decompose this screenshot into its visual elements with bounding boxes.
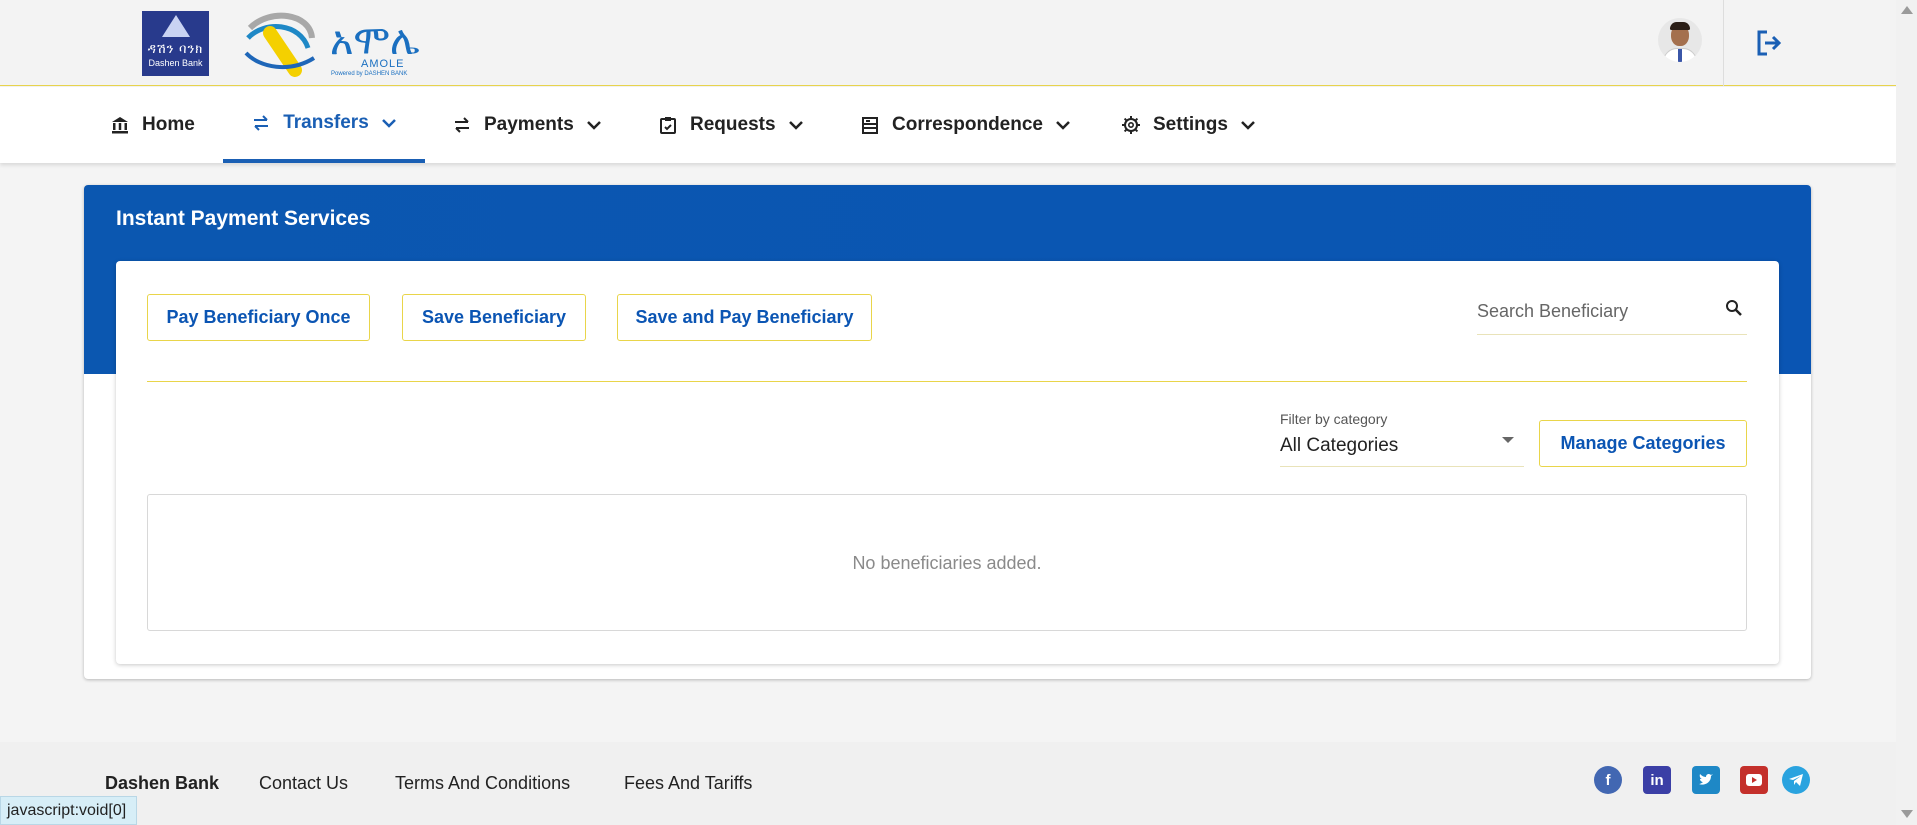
chevron-down-icon xyxy=(1241,121,1255,130)
chevron-down-icon xyxy=(381,119,396,128)
nav-label-correspondence: Correspondence xyxy=(892,114,1043,135)
gear-icon xyxy=(1122,116,1140,134)
search-input[interactable] xyxy=(1477,291,1717,331)
linkedin-icon[interactable]: in xyxy=(1643,766,1671,794)
status-bar-url: javascript:void[0] xyxy=(0,796,138,825)
footer-link-terms[interactable]: Terms And Conditions xyxy=(395,773,570,794)
facebook-icon[interactable]: f xyxy=(1594,766,1622,794)
beneficiary-list: No beneficiaries added. xyxy=(147,494,1747,631)
amole-swirl-icon xyxy=(244,12,316,77)
avatar-hair xyxy=(1670,22,1690,30)
main-nav: Home Transfers Payments Requests Corresp… xyxy=(0,87,1896,163)
save-beneficiary-button[interactable]: Save Beneficiary xyxy=(402,294,586,341)
page-scrollbar[interactable] xyxy=(1896,0,1917,825)
nav-item-settings[interactable]: Settings xyxy=(1121,87,1256,163)
nav-item-home[interactable]: Home xyxy=(110,87,195,163)
save-and-pay-beneficiary-button[interactable]: Save and Pay Beneficiary xyxy=(617,294,872,341)
beneficiary-panel: Pay Beneficiary Once Save Beneficiary Sa… xyxy=(116,261,1779,664)
clipboard-icon xyxy=(660,117,676,134)
amole-logo[interactable]: አሞሌ AMOLE Powered by DASHEN BANK xyxy=(240,8,420,80)
footer-brand: Dashen Bank xyxy=(105,773,220,793)
empty-state-message: No beneficiaries added. xyxy=(852,553,1042,573)
top-header: ዳሽን ባንክ Dashen Bank አሞሌ AMOLE Powered by… xyxy=(0,0,1896,86)
swap-arrows-icon xyxy=(254,115,269,131)
pay-beneficiary-once-button[interactable]: Pay Beneficiary Once xyxy=(147,294,370,341)
telegram-icon[interactable] xyxy=(1782,766,1810,794)
nav-label-settings: Settings xyxy=(1153,114,1228,135)
chevron-down-icon xyxy=(1056,121,1070,130)
swap-arrows-icon xyxy=(455,117,469,133)
scroll-down-arrow-icon[interactable] xyxy=(1901,810,1913,818)
page-title: Instant Payment Services xyxy=(116,207,371,230)
nav-label-transfers: Transfers xyxy=(283,112,369,133)
nav-item-requests[interactable]: Requests xyxy=(658,87,804,163)
section-divider xyxy=(147,381,1747,382)
search-beneficiary xyxy=(1477,291,1747,335)
dropdown-caret-icon xyxy=(1502,437,1514,443)
header-divider xyxy=(1723,0,1724,86)
avatar-tie xyxy=(1678,49,1682,62)
category-filter-select[interactable]: Filter by category All Categories xyxy=(1280,409,1524,467)
bank-icon xyxy=(112,117,128,134)
dashen-bank-logo[interactable]: ዳሽን ባንክ Dashen Bank xyxy=(142,11,209,76)
dashen-logo-mark xyxy=(161,15,190,37)
nav-item-payments[interactable]: Payments xyxy=(452,87,602,163)
amole-powered-by: Powered by DASHEN BANK xyxy=(331,71,408,77)
mailbox-icon xyxy=(862,117,878,134)
chevron-down-icon xyxy=(788,121,803,130)
amole-logo-english: AMOLE xyxy=(361,58,405,70)
filter-label: Filter by category xyxy=(1280,411,1388,427)
nav-label-requests: Requests xyxy=(690,114,776,135)
logout-icon[interactable] xyxy=(1754,28,1784,58)
footer-link-contact[interactable]: Contact Us xyxy=(259,773,348,794)
filter-value: All Categories xyxy=(1280,435,1399,456)
dashen-logo-english: Dashen Bank xyxy=(148,58,203,68)
nav-item-correspondence[interactable]: Correspondence xyxy=(860,87,1071,163)
user-avatar[interactable] xyxy=(1658,18,1702,62)
youtube-icon[interactable] xyxy=(1740,766,1768,794)
footer-link-fees[interactable]: Fees And Tariffs xyxy=(624,773,752,794)
footer: Dashen Bank Contact Us Terms And Conditi… xyxy=(0,742,1896,825)
nav-label-home: Home xyxy=(142,114,195,135)
manage-categories-button[interactable]: Manage Categories xyxy=(1539,420,1747,467)
dashen-logo-amharic: ዳሽን ባንክ xyxy=(147,41,204,56)
nav-item-transfers[interactable]: Transfers xyxy=(223,87,425,163)
search-icon[interactable] xyxy=(1725,299,1743,322)
nav-label-payments: Payments xyxy=(484,114,574,135)
twitter-icon[interactable] xyxy=(1692,766,1720,794)
scroll-up-arrow-icon[interactable] xyxy=(1901,6,1913,14)
chevron-down-icon xyxy=(586,121,601,130)
